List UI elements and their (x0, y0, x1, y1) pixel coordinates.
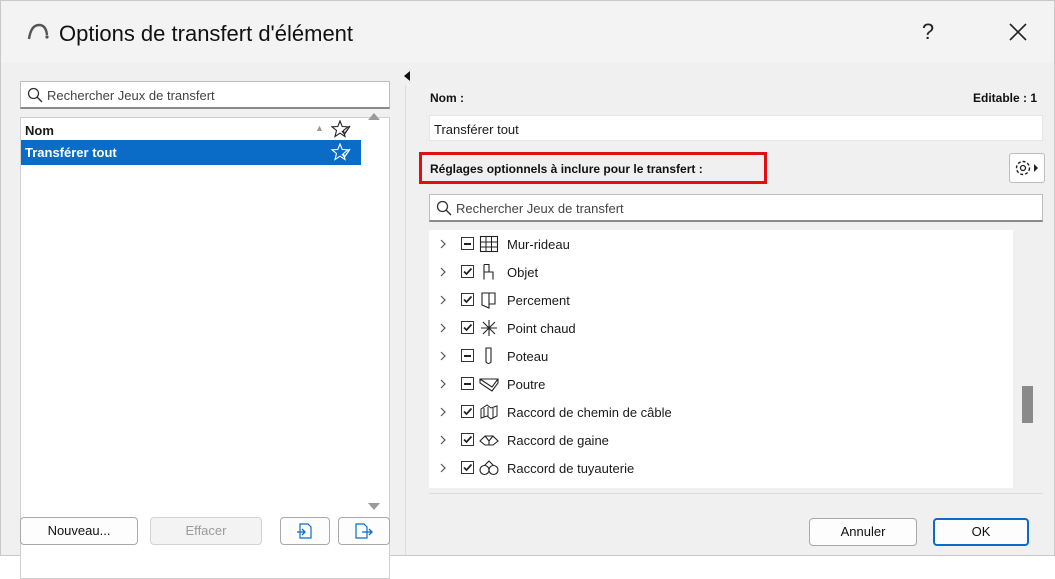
search-icon (436, 200, 452, 216)
favorite-star-icon[interactable] (331, 143, 351, 161)
tree-item-label: Objet (507, 265, 539, 280)
transfer-sets-list: Nom ▲ Transférer tout (20, 117, 390, 579)
curtain-wall-icon (479, 235, 499, 253)
object-chair-icon (483, 263, 494, 280)
tree-item-label: Raccord de chemin de câble (507, 405, 672, 420)
cable-carrier-fitting-icon (480, 404, 498, 420)
checked-checkbox[interactable] (461, 265, 474, 278)
tree-item-label: Poutre (507, 377, 546, 392)
checked-checkbox[interactable] (461, 293, 474, 306)
tree-item-hotspot[interactable]: Point chaud (429, 314, 1009, 342)
column-header-name: Nom (25, 123, 54, 138)
tree-item-label: Poteau (507, 349, 549, 364)
opening-icon (481, 292, 496, 309)
delete-button[interactable]: Effacer (150, 517, 262, 545)
import-button[interactable] (280, 517, 330, 545)
favorite-star-icon[interactable] (331, 120, 351, 138)
close-icon (1009, 23, 1027, 41)
panel-divider[interactable] (405, 85, 406, 555)
pipe-fitting-icon (479, 460, 499, 476)
chevron-right-icon[interactable] (439, 295, 447, 305)
tree-item-opening[interactable]: Percement (429, 286, 1009, 314)
search-icon (27, 87, 43, 103)
sort-ascending-icon[interactable]: ▲ (315, 123, 324, 133)
search-placeholder: Rechercher Jeux de transfert (47, 88, 215, 103)
checked-checkbox[interactable] (461, 461, 474, 474)
import-icon (297, 523, 312, 539)
checked-checkbox[interactable] (461, 321, 474, 334)
tree-scrollbar-thumb[interactable] (1022, 386, 1033, 423)
transfer-sets-search-input[interactable]: Rechercher Jeux de transfert (20, 81, 390, 109)
settings-menu-button[interactable] (1009, 153, 1045, 183)
tree-item-object[interactable]: Objet (429, 258, 1009, 286)
scroll-up-arrow-icon[interactable] (367, 111, 381, 121)
tree-item-cable-carrier-fitting[interactable]: Raccord de chemin de câble (429, 398, 1009, 426)
tree-search-input[interactable]: Rechercher Jeux de transfert (429, 194, 1043, 222)
chevron-right-icon[interactable] (439, 407, 447, 417)
column-icon (485, 347, 492, 365)
scroll-down-arrow-icon[interactable] (367, 502, 381, 512)
list-header[interactable]: Nom ▲ (21, 118, 361, 141)
help-button[interactable]: ? (913, 17, 943, 47)
close-button[interactable] (1001, 17, 1035, 47)
chevron-right-icon[interactable] (439, 351, 447, 361)
chevron-right-icon[interactable] (439, 379, 447, 389)
checked-checkbox[interactable] (461, 405, 474, 418)
editable-count: Editable : 1 (973, 91, 1038, 105)
chevron-right-icon[interactable] (439, 267, 447, 277)
chevron-right-icon[interactable] (439, 435, 447, 445)
gear-icon (1015, 160, 1038, 176)
name-label: Nom : (430, 91, 464, 105)
tree-item-label: Raccord de tuyauterie (507, 461, 635, 476)
chevron-right-icon[interactable] (439, 239, 447, 249)
tree-item-curtain-wall[interactable]: Mur-rideau (429, 230, 1009, 258)
dialog-title: Options de transfert d'élément (59, 21, 354, 46)
transfer-options-dialog: Options de transfert d'élément ? Recherc… (0, 0, 1055, 579)
search-placeholder: Rechercher Jeux de transfert (456, 201, 624, 216)
set-name-field[interactable]: Transférer tout (429, 115, 1043, 141)
app-logo-icon (27, 23, 49, 40)
duct-fitting-icon (479, 435, 499, 446)
chevron-right-icon[interactable] (439, 323, 447, 333)
list-item-transfer-all[interactable]: Transférer tout (21, 140, 361, 165)
optional-settings-label: Réglages optionnels à inclure pour le tr… (430, 162, 703, 176)
tree-item-duct-fitting[interactable]: Raccord de gaine (429, 426, 1009, 454)
element-types-tree: Mur-rideau Objet Percement Point chaud P… (429, 230, 1013, 488)
transfer-sets-panel: Rechercher Jeux de transfert Nom ▲ Trans… (15, 77, 391, 579)
tree-item-column[interactable]: Poteau (429, 342, 1009, 370)
partial-checkbox[interactable] (461, 349, 474, 362)
export-button[interactable] (338, 517, 390, 545)
cancel-button[interactable]: Annuler (809, 518, 917, 546)
hotspot-icon (481, 320, 497, 336)
tree-item-pipe-fitting[interactable]: Raccord de tuyauterie (429, 454, 1009, 482)
chevron-right-icon[interactable] (439, 463, 447, 473)
partial-checkbox[interactable] (461, 377, 474, 390)
new-button[interactable]: Nouveau... (20, 517, 138, 545)
footer-divider (429, 493, 1043, 494)
tree-item-label: Raccord de gaine (507, 433, 609, 448)
tree-item-label: Percement (507, 293, 570, 308)
checked-checkbox[interactable] (461, 433, 474, 446)
ok-button[interactable]: OK (933, 518, 1029, 546)
list-item-label: Transférer tout (25, 145, 117, 160)
tree-item-label: Point chaud (507, 321, 576, 336)
tree-item-beam[interactable]: Poutre (429, 370, 1009, 398)
collapse-panel-arrow-icon[interactable] (404, 71, 410, 81)
tree-item-label: Mur-rideau (507, 237, 570, 252)
export-icon (355, 523, 373, 539)
title-bar: Options de transfert d'élément ? (1, 1, 1054, 63)
beam-icon (479, 378, 499, 392)
partial-checkbox[interactable] (461, 237, 474, 250)
